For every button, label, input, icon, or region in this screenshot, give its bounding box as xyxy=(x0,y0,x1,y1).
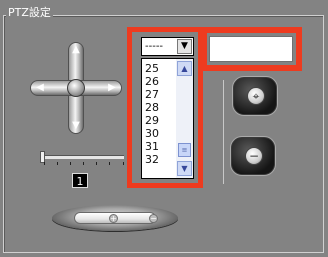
clear-preset-button[interactable]: − xyxy=(230,136,276,176)
group-title: PTZ設定 xyxy=(6,6,53,19)
goto-preset-button[interactable]: ⌖ xyxy=(232,76,278,116)
list-item[interactable]: 31 xyxy=(145,140,175,153)
ptz-settings-panel: PTZ設定 ▲ ▼ ◀ ▶ 1 + − ----- ▼ 25 26 27 28 … xyxy=(0,0,328,257)
preset-listbox[interactable]: 25 26 27 28 29 30 31 32 ▲ ≡ ▼ xyxy=(141,58,194,179)
list-item[interactable]: 32 xyxy=(145,153,175,166)
pan-left-button[interactable]: ◀ xyxy=(34,83,46,93)
list-item[interactable]: 26 xyxy=(145,75,175,88)
zoom-control: + − xyxy=(52,205,178,231)
list-item[interactable]: 30 xyxy=(145,127,175,140)
list-item[interactable]: 25 xyxy=(145,62,175,75)
zoom-out-button[interactable]: − xyxy=(149,214,158,223)
zoom-in-button[interactable]: + xyxy=(109,214,118,223)
list-item[interactable]: 27 xyxy=(145,88,175,101)
pan-up-button[interactable]: ▲ xyxy=(70,45,82,55)
chevron-down-icon[interactable]: ▼ xyxy=(177,39,192,54)
list-item[interactable]: 28 xyxy=(145,101,175,114)
preset-name-input[interactable] xyxy=(209,36,293,62)
slider-track xyxy=(44,155,124,159)
preset-combobox[interactable]: ----- ▼ xyxy=(141,37,194,56)
preset-combobox-value: ----- xyxy=(145,41,164,52)
slider-ticks xyxy=(44,162,124,166)
scroll-down-icon[interactable]: ▼ xyxy=(177,161,192,176)
speed-slider[interactable] xyxy=(40,151,126,166)
crosshair-icon: ⌖ xyxy=(247,87,265,105)
pan-down-button[interactable]: ▼ xyxy=(70,121,82,131)
speed-value: 1 xyxy=(72,173,88,188)
direction-pad: ▲ ▼ ◀ ▶ xyxy=(30,42,122,134)
preset-list-items: 25 26 27 28 29 30 31 32 xyxy=(145,62,175,166)
list-item[interactable]: 29 xyxy=(145,114,175,127)
scroll-thumb[interactable]: ≡ xyxy=(178,143,191,157)
home-center-button[interactable] xyxy=(67,79,85,97)
minus-icon: − xyxy=(245,147,263,165)
scroll-up-icon[interactable]: ▲ xyxy=(177,61,192,76)
list-scrollbar[interactable]: ▲ ≡ ▼ xyxy=(176,59,193,178)
pan-right-button[interactable]: ▶ xyxy=(106,83,118,93)
vertical-divider xyxy=(223,80,224,184)
